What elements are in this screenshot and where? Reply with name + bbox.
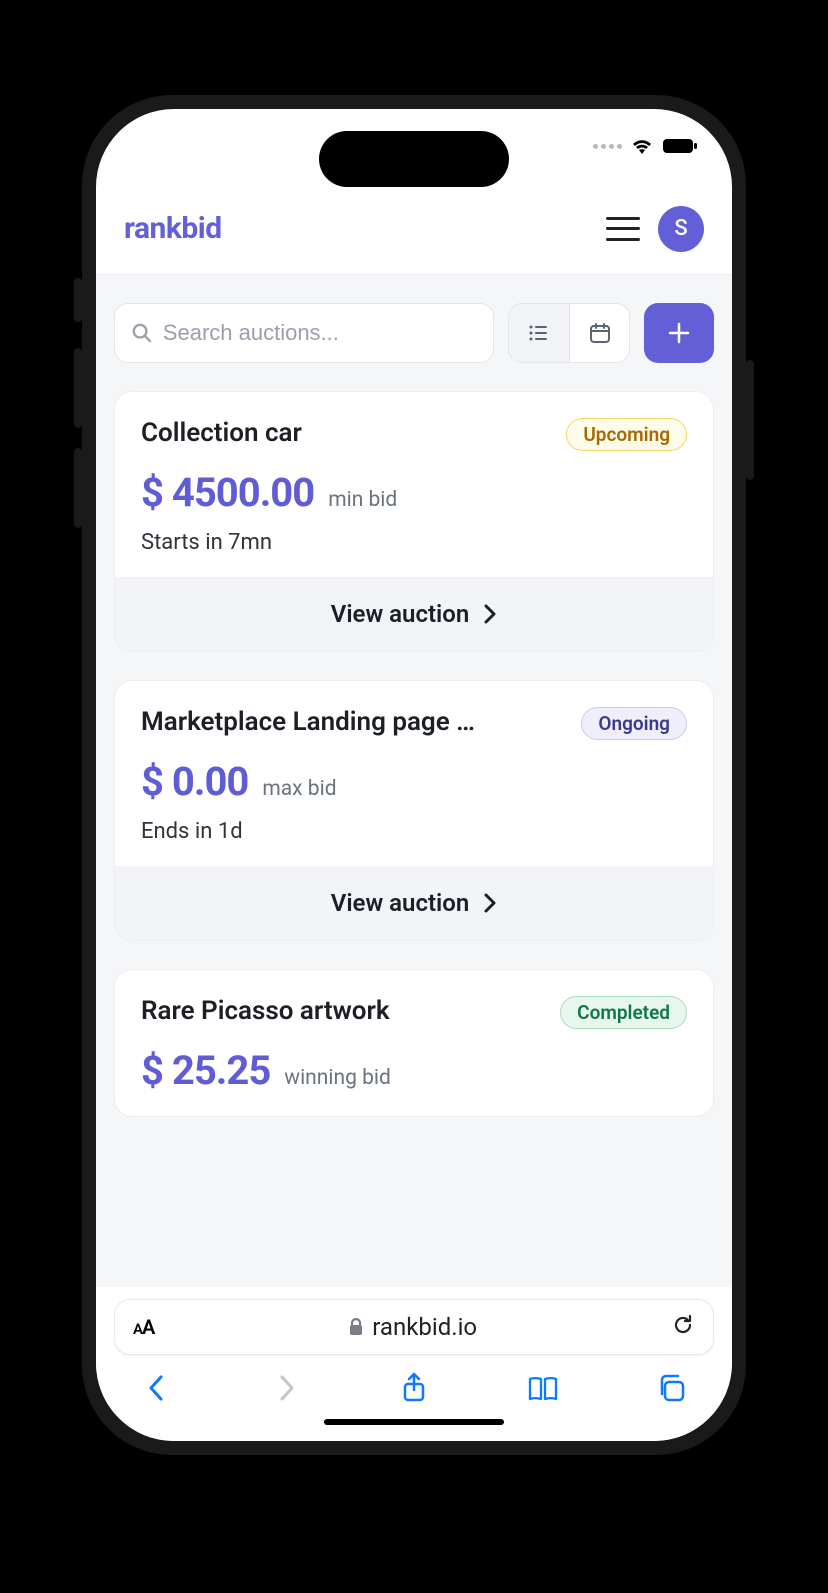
battery-icon [662,137,698,155]
phone-volume-down [74,448,82,528]
chevron-right-icon [276,1373,296,1403]
tabs-icon [656,1373,686,1403]
wifi-icon [630,137,654,155]
chevron-right-icon [483,892,497,914]
safari-chrome: AA rankbid.io [96,1287,732,1441]
auction-meta: Ends in 1d [141,819,687,844]
book-icon [527,1374,559,1402]
url-bar[interactable]: AA rankbid.io [114,1299,714,1355]
phone-side-button [74,278,82,322]
search-field[interactable] [114,303,494,363]
auction-card: Marketplace Landing page first... Ongoin… [114,680,714,941]
chevron-left-icon [147,1373,167,1403]
content-area: Collection car Upcoming $ 4500.00 min bi… [96,275,732,1287]
forward-button[interactable] [269,1371,303,1405]
list-view-button[interactable] [509,304,569,362]
back-button[interactable] [140,1371,174,1405]
app-header: rankbid S [96,183,732,275]
calendar-icon [588,321,612,345]
phone-power-button [746,360,754,480]
search-icon [131,321,153,345]
auction-card: Collection car Upcoming $ 4500.00 min bi… [114,391,714,652]
toolbar [114,303,714,363]
auction-title: Rare Picasso artwork [141,996,390,1026]
calendar-view-button[interactable] [569,304,629,362]
chevron-right-icon [483,603,497,625]
view-auction-button[interactable]: View auction [115,577,713,651]
app-logo[interactable]: rankbid [124,211,222,246]
bookmarks-button[interactable] [526,1371,560,1405]
reload-button[interactable] [671,1313,695,1341]
status-badge: Upcoming [566,418,687,451]
phone-frame: rankbid S [82,95,746,1455]
price-label: min bid [328,488,397,512]
auction-title: Collection car [141,418,302,448]
phone-screen: rankbid S [96,109,732,1441]
view-toggle [508,303,630,363]
new-auction-button[interactable] [644,303,714,363]
plus-icon [666,320,692,346]
url-text: rankbid.io [372,1313,477,1341]
status-badge: Completed [560,996,687,1029]
status-badge: Ongoing [581,707,687,740]
view-auction-label: View auction [331,889,470,917]
menu-icon[interactable] [606,217,640,241]
auction-price: $ 4500.00 [141,469,314,516]
auction-card: Rare Picasso artwork Completed $ 25.25 w… [114,969,714,1117]
view-auction-button[interactable]: View auction [115,866,713,940]
auction-price: $ 0.00 [141,758,248,805]
search-input[interactable] [163,320,477,346]
list-icon [527,321,551,345]
cellular-icon [593,144,622,149]
lock-icon [348,1317,364,1337]
home-indicator[interactable] [324,1419,504,1425]
auction-meta: Starts in 7mn [141,530,687,555]
auction-price: $ 25.25 [141,1047,270,1094]
phone-volume-up [74,348,82,428]
view-auction-label: View auction [331,600,470,628]
avatar[interactable]: S [658,206,704,252]
share-button[interactable] [397,1371,431,1405]
share-icon [401,1372,427,1404]
auction-title: Marketplace Landing page first... [141,707,481,737]
price-label: max bid [262,777,336,801]
browser-toolbar [114,1355,714,1409]
reload-icon [671,1313,695,1337]
reader-button[interactable]: AA [133,1315,154,1339]
tabs-button[interactable] [654,1371,688,1405]
dynamic-island [319,131,509,187]
price-label: winning bid [284,1066,391,1090]
